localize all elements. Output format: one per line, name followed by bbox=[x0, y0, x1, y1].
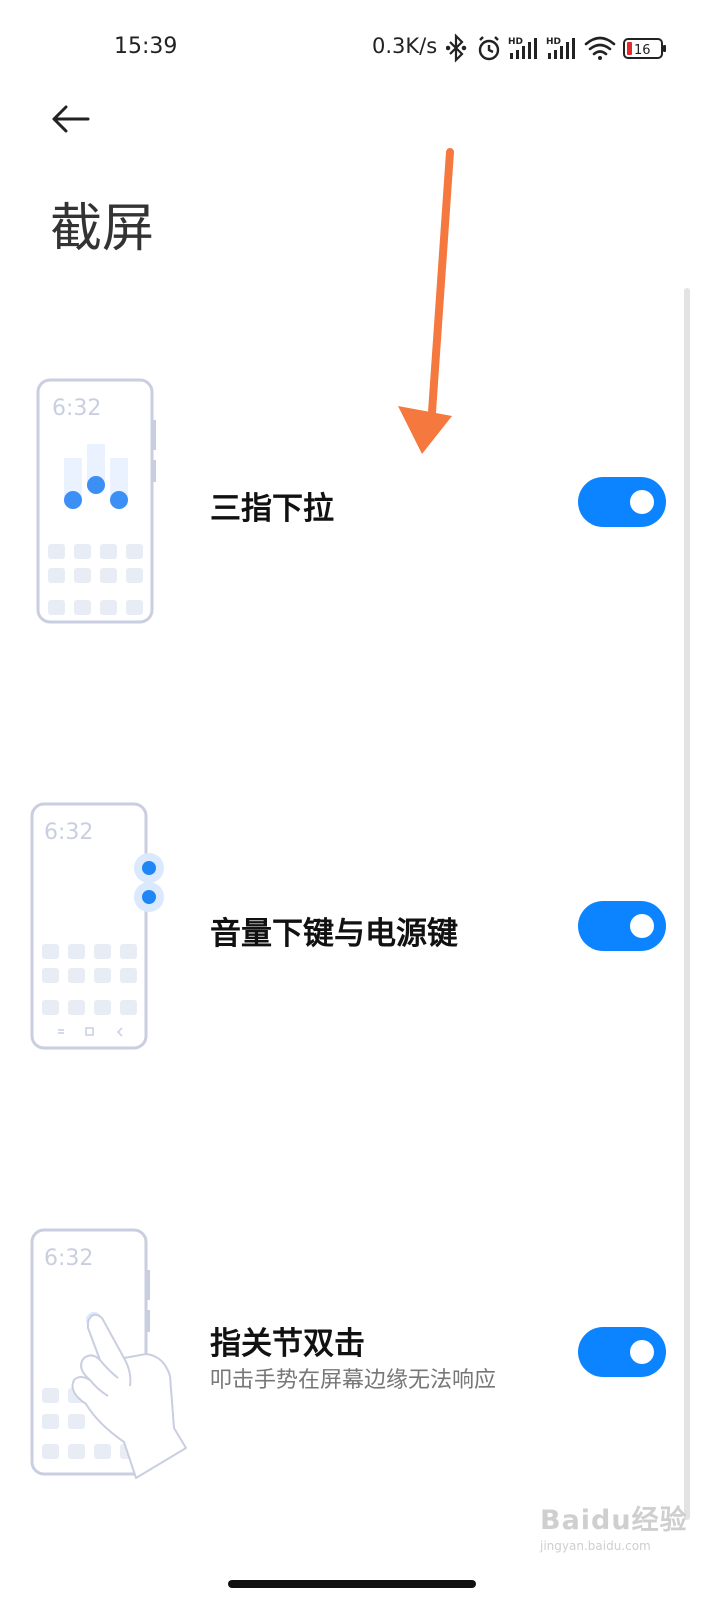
option-volume-power[interactable]: 6:32 音量下键与电源键 bbox=[0, 800, 684, 1060]
back-arrow-icon bbox=[52, 105, 90, 133]
status-icons: HD HD 16 bbox=[446, 33, 666, 63]
three-finger-illustration: 6:32 bbox=[36, 378, 156, 624]
illustration-time: 6:32 bbox=[44, 820, 93, 845]
option-label: 三指下拉 bbox=[210, 491, 334, 527]
three-finger-toggle[interactable] bbox=[578, 477, 666, 527]
illustration-time: 6:32 bbox=[52, 396, 101, 421]
wifi-icon bbox=[584, 36, 616, 60]
illustration-time: 6:32 bbox=[44, 1246, 93, 1271]
toggle-knob bbox=[630, 1340, 654, 1364]
page-title: 截屏 bbox=[50, 199, 155, 259]
volume-power-toggle[interactable] bbox=[578, 901, 666, 951]
volume-power-illustration: 6:32 bbox=[30, 802, 164, 1050]
option-subtitle: 叩击手势在屏幕边缘无法响应 bbox=[210, 1368, 497, 1393]
home-indicator[interactable] bbox=[228, 1580, 476, 1588]
scrollbar[interactable] bbox=[684, 288, 690, 1520]
toggle-knob bbox=[630, 490, 654, 514]
battery-icon: 16 bbox=[623, 38, 666, 59]
knuckle-toggle[interactable] bbox=[578, 1327, 666, 1377]
bluetooth-icon bbox=[446, 33, 467, 63]
back-button[interactable] bbox=[46, 98, 100, 142]
status-time: 15:39 bbox=[114, 34, 178, 59]
hd-label: HD bbox=[546, 37, 561, 47]
signal-hd-icon: HD bbox=[546, 37, 575, 59]
network-speed: 0.3K/s bbox=[372, 34, 438, 58]
watermark-main: Baidu经验 bbox=[540, 1505, 688, 1536]
alarm-icon bbox=[478, 36, 500, 61]
toggle-knob bbox=[630, 914, 654, 938]
watermark-sub: jingyan.baidu.com bbox=[540, 1539, 651, 1553]
option-label: 指关节双击 bbox=[210, 1326, 365, 1362]
knuckle-illustration: 6:32 bbox=[30, 1228, 187, 1479]
status-bar: 15:39 0.3K/s HD HD 16 bbox=[0, 0, 720, 96]
battery-level: 16 bbox=[634, 43, 651, 58]
option-knuckle-double-tap[interactable]: 6:32 指关节双击 叩击手势在屏幕边缘无法响应 bbox=[0, 1226, 684, 1496]
option-three-finger-swipe[interactable]: 6:32 三指下拉 bbox=[0, 370, 684, 630]
hd-label: HD bbox=[508, 37, 523, 47]
option-label: 音量下键与电源键 bbox=[210, 916, 458, 952]
baidu-watermark: Baidu经验 jingyan.baidu.com bbox=[540, 1498, 688, 1553]
signal-hd-icon: HD bbox=[508, 37, 537, 59]
